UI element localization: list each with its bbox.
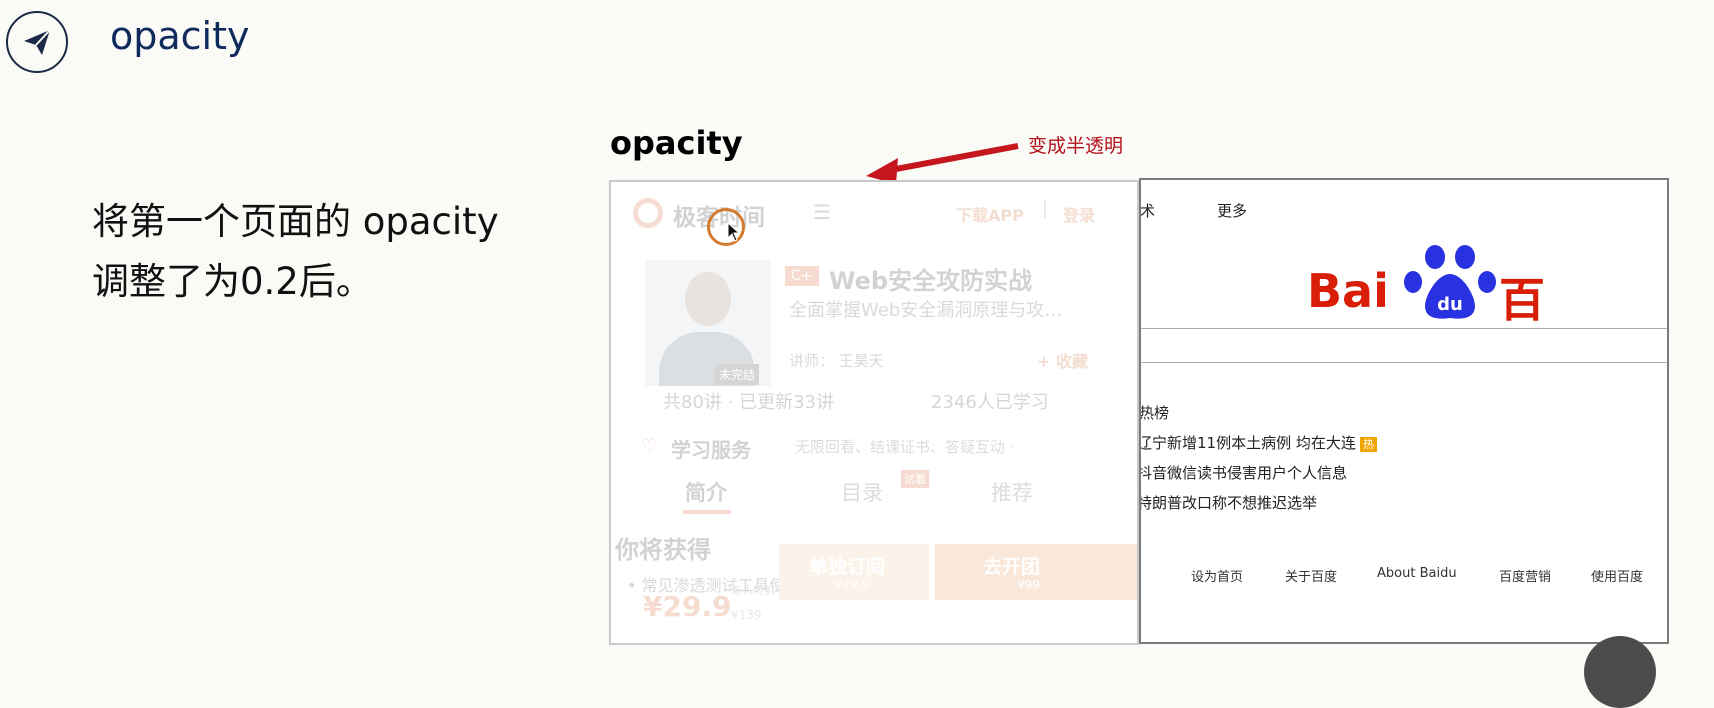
status-badge: 未完结	[715, 364, 760, 385]
subscribe-button-price: ¥29.9	[835, 578, 870, 592]
service-title: 学习服务	[671, 438, 751, 462]
hot-list-item-text: 抖音微信读书侵害用户个人信息	[1139, 464, 1348, 482]
annotation-label: 变成半透明	[1028, 135, 1124, 157]
explanation-line-1: 将第一个页面的 opacity	[92, 200, 499, 243]
course-subtitle: 全面掌握Web安全漏洞原理与攻…	[789, 300, 1063, 321]
hot-list-item[interactable]: 抖音微信读书侵害用户个人信息	[1139, 462, 1348, 483]
gain-section-title: 你将获得	[615, 536, 711, 564]
lecture-count: 共80讲 · 已更新33讲	[663, 392, 834, 413]
faded-page-screenshot: 极客时间 ☰ 下载APP 登录 未完结 C+ Web安全攻防实战 全面掌握Web…	[609, 180, 1139, 645]
nav-academic[interactable]: 学术	[1141, 200, 1155, 221]
divider	[1141, 362, 1667, 363]
page-title: opacity	[110, 14, 250, 58]
hot-list-item-text: 辽宁新增11例本土病例 均在大连	[1139, 434, 1356, 452]
baidu-paw-icon: du	[1404, 245, 1496, 319]
footer-link-about[interactable]: 关于百度	[1285, 566, 1337, 585]
hot-list-item[interactable]: 辽宁新增11例本土病例 均在大连热	[1139, 432, 1377, 453]
divider	[1044, 200, 1046, 218]
hot-list-title: 热榜	[1139, 404, 1170, 422]
explanation-text: 将第一个页面的 opacity 调整了为0.2后。	[92, 192, 499, 312]
price: ¥29.9	[643, 590, 732, 623]
header-logo	[6, 11, 68, 73]
divider	[1141, 328, 1667, 329]
tab-intro[interactable]: 简介	[685, 477, 727, 507]
login-link[interactable]: 登录	[1063, 202, 1095, 226]
video-control-bubble[interactable]	[1584, 636, 1656, 708]
tab-active-indicator	[683, 510, 731, 514]
course-tag: C+	[785, 266, 819, 286]
slide-heading: opacity	[610, 124, 743, 162]
footer-link-terms[interactable]: 使用百度	[1591, 566, 1643, 585]
student-count: 2346人已学习	[931, 392, 1049, 413]
teacher-name: 讲师： 王昊天	[789, 352, 884, 370]
tab-recommend[interactable]: 推荐	[991, 477, 1033, 507]
faded-page-content: 极客时间 ☰ 下载APP 登录 未完结 C+ Web安全攻防实战 全面掌握Web…	[611, 182, 1137, 643]
svg-text:du: du	[1437, 294, 1463, 315]
hot-list-item[interactable]: 特朗普改口称不想推迟选举	[1139, 492, 1318, 513]
footer-link-homepage[interactable]: 设为首页	[1191, 566, 1243, 585]
app-logo-icon	[633, 198, 663, 228]
tab-toc[interactable]: 目录	[841, 477, 883, 507]
trial-badge: 试看	[901, 470, 929, 488]
group-buy-button-label: 去开团	[983, 556, 1041, 578]
hot-badge: 热	[1359, 437, 1377, 452]
paper-plane-icon	[24, 29, 51, 55]
baidu-logo-text-left: Bai	[1307, 264, 1389, 318]
shield-icon: ♡	[641, 436, 658, 457]
original-price: ¥139	[731, 608, 762, 622]
price-badge: 新人特价	[731, 584, 775, 597]
download-app-link[interactable]: 下载APP	[956, 202, 1024, 226]
course-title: Web安全攻防实战	[829, 267, 1033, 295]
service-description: 无限回看、结课证书、答疑互动 ·	[795, 438, 1015, 456]
subscribe-button-label: 单独订阅	[809, 556, 886, 578]
group-buy-button-price: ¥99	[1017, 578, 1040, 592]
hot-list-item-text: 特朗普改口称不想推迟选举	[1139, 494, 1318, 512]
baidu-logo-text-right: 百	[1499, 273, 1545, 327]
favorite-button[interactable]: + 收藏	[1037, 348, 1088, 372]
baidu-page-screenshot: 学术 更多 du Bai 百 热榜 辽宁新增11例本土病例 均在大连热 抖音微信…	[1139, 178, 1669, 644]
teacher-photo-head	[685, 272, 731, 326]
nav-more[interactable]: 更多	[1217, 200, 1247, 221]
explanation-line-2: 调整了为0.2后。	[92, 260, 373, 303]
footer-link-about-en[interactable]: About Baidu	[1377, 566, 1457, 581]
footer-link-marketing[interactable]: 百度营销	[1499, 566, 1551, 585]
search-icon[interactable]: ☰	[813, 200, 831, 224]
cursor-pointer-icon	[727, 222, 741, 242]
